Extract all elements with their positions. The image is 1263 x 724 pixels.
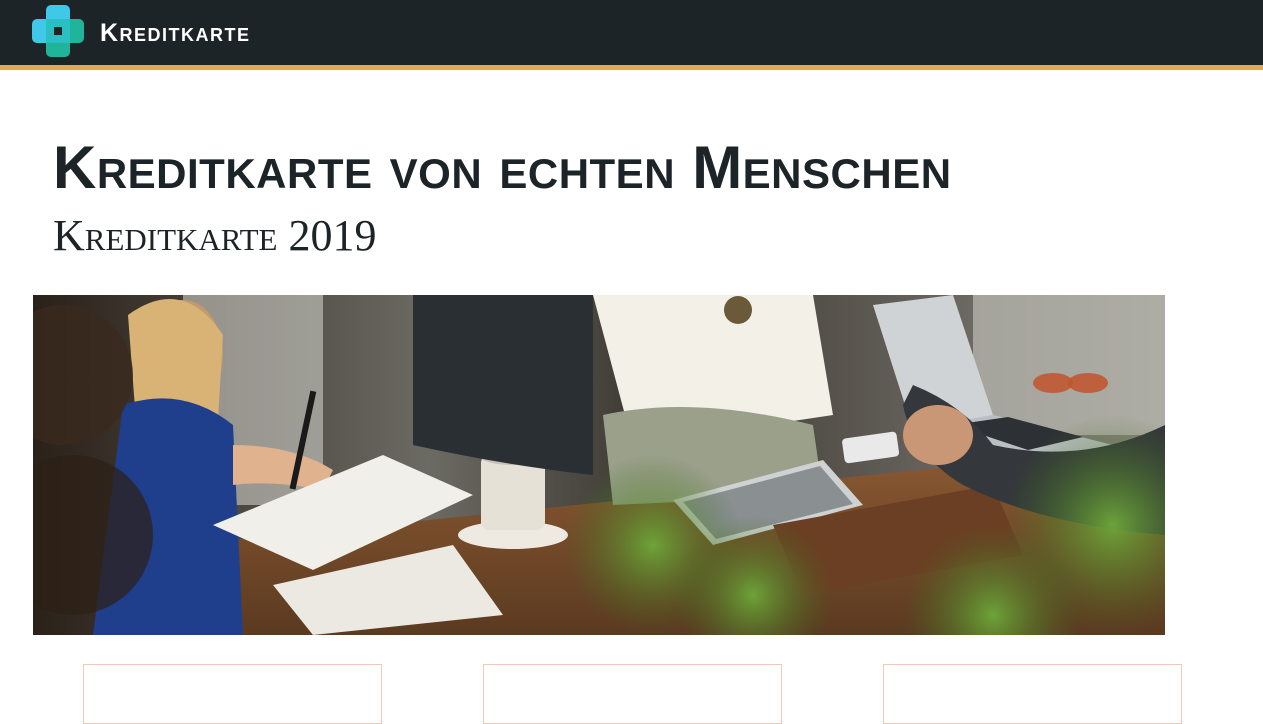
- page-subtitle: Kreditkarte 2019: [53, 211, 377, 260]
- team-meeting-photo-illustration: [33, 295, 1165, 635]
- page-title: Kreditkarte von echten Menschen: [53, 134, 952, 201]
- feature-card-2: [483, 664, 782, 724]
- top-navigation-bar: Kreditkarte: [0, 0, 1263, 70]
- feature-card-1: [83, 664, 382, 724]
- feature-card-3: [883, 664, 1182, 724]
- medical-cross-logo-icon[interactable]: [32, 5, 84, 57]
- brand-name-link[interactable]: Kreditkarte: [100, 13, 251, 53]
- team-meeting-photo: [33, 295, 1165, 635]
